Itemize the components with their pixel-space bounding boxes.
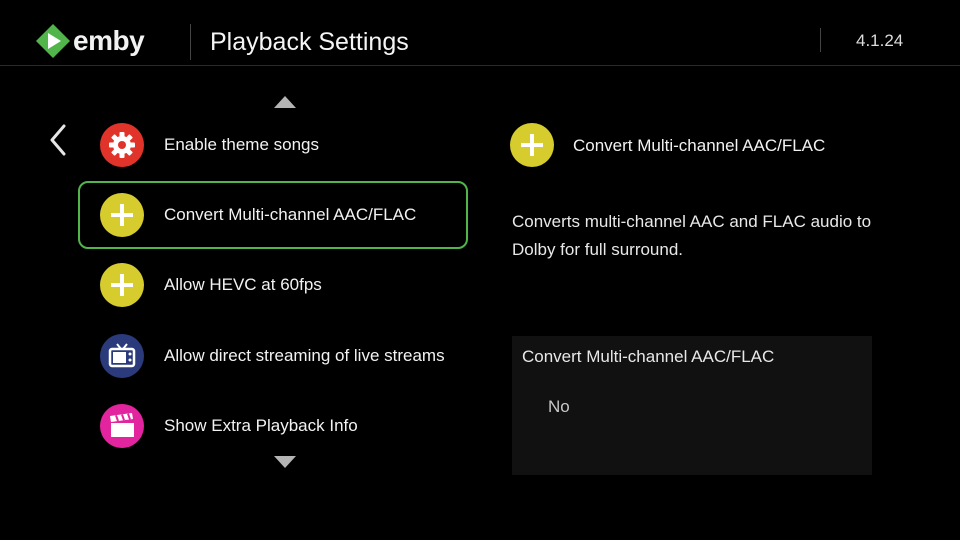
page-title: Playback Settings <box>210 28 409 56</box>
plus-icon <box>100 263 144 307</box>
setting-item-label: Convert Multi-channel AAC/FLAC <box>164 205 417 224</box>
setting-item-label: Allow direct streaming of live streams <box>164 346 445 365</box>
app-root: emby Playback Settings 4.1.24 Enable the… <box>0 0 960 540</box>
setting-item-enable-theme-songs[interactable]: Enable theme songs <box>78 111 468 179</box>
header-divider-right <box>820 28 821 52</box>
logo-text: emby <box>73 25 145 56</box>
setting-value-box: Convert Multi-channel AAC/FLAC No <box>512 336 872 475</box>
scroll-up-button[interactable] <box>273 95 297 109</box>
setting-item-convert-multichannel[interactable]: Convert Multi-channel AAC/FLAC <box>78 181 468 249</box>
plus-icon <box>510 123 554 167</box>
triangle-down-icon <box>274 456 296 468</box>
version-label: 4.1.24 <box>856 31 904 50</box>
setting-item-direct-streaming-live[interactable]: Allow direct streaming of live streams <box>78 322 468 390</box>
setting-item-allow-hevc-60fps[interactable]: Allow HEVC at 60fps <box>78 251 468 319</box>
setting-item-label: Enable theme songs <box>164 135 319 154</box>
emby-logo[interactable]: emby <box>34 22 145 60</box>
setting-item-label: Allow HEVC at 60fps <box>164 275 322 294</box>
setting-item-show-extra-playback-info[interactable]: Show Extra Playback Info <box>78 392 468 460</box>
current-value: No <box>548 397 570 416</box>
detail-title: Convert Multi-channel AAC/FLAC <box>573 136 826 155</box>
chevron-left-icon <box>50 124 66 156</box>
header-bar: emby Playback Settings 4.1.24 <box>0 0 960 66</box>
tv-icon <box>100 334 144 378</box>
gear-icon <box>100 123 144 167</box>
triangle-up-icon <box>274 96 296 108</box>
back-button[interactable] <box>44 122 74 158</box>
clapperboard-icon <box>100 404 144 448</box>
setting-item-label: Show Extra Playback Info <box>164 416 358 435</box>
value-box-label: Convert Multi-channel AAC/FLAC <box>522 347 775 366</box>
scroll-down-button[interactable] <box>273 455 297 469</box>
detail-description: Converts multi-channel AAC and FLAC audi… <box>512 212 872 259</box>
plus-icon <box>100 193 144 237</box>
emby-logo-icon <box>34 22 72 60</box>
header-divider <box>190 24 191 60</box>
